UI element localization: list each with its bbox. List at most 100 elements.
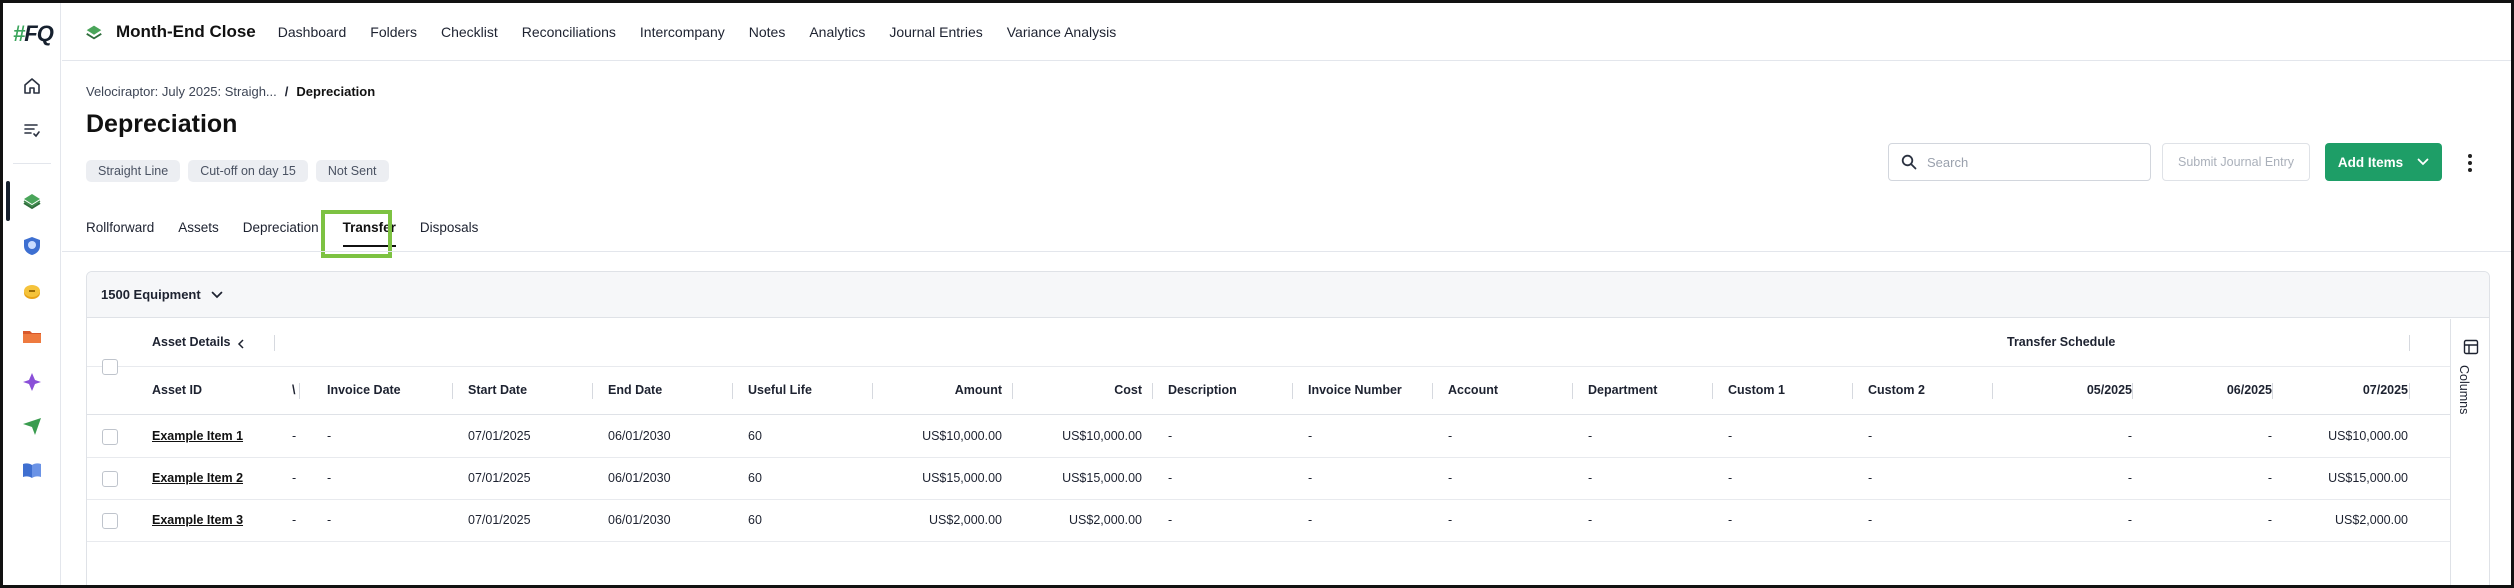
cell-amount: US$10,000.00: [922, 429, 1002, 443]
col-month-06-2025[interactable]: 06/2025: [2227, 383, 2272, 397]
search-box[interactable]: [1888, 143, 2151, 181]
columns-panel-toggle[interactable]: Columns: [2450, 319, 2489, 588]
cell-department: -: [1588, 471, 1593, 485]
account-selector[interactable]: 1500 Equipment: [87, 272, 2489, 318]
gem-app-icon[interactable]: [17, 367, 47, 397]
page-title: Depreciation: [86, 110, 238, 138]
cell-description: -: [1168, 513, 1173, 527]
cell-invoice-date: -: [327, 471, 332, 485]
tab-depreciation[interactable]: Depreciation: [243, 220, 319, 247]
col-divider: [1432, 383, 1433, 399]
coins-app-icon[interactable]: [17, 277, 47, 307]
top-navigation: Month-End Close Dashboard Folders Checkl…: [62, 3, 2511, 61]
submit-journal-entry-button[interactable]: Submit Journal Entry: [2162, 143, 2310, 181]
cell-month-05: -: [2127, 513, 2132, 527]
col-cost[interactable]: Cost: [1114, 383, 1142, 397]
col-asset-id[interactable]: Asset ID: [152, 383, 202, 397]
breadcrumb-parent[interactable]: Velociraptor: July 2025: Straigh...: [86, 84, 277, 99]
cell-amount: US$2,000.00: [929, 513, 1002, 527]
col-start-date[interactable]: Start Date: [468, 383, 527, 397]
asset-id-link[interactable]: Example Item 1: [152, 429, 243, 443]
col-useful-life[interactable]: Useful Life: [748, 383, 812, 397]
asset-id-link[interactable]: Example Item 2: [152, 471, 243, 485]
cell-account: -: [1448, 471, 1453, 485]
cell-description: -: [1168, 471, 1173, 485]
nav-checklist[interactable]: Checklist: [441, 24, 498, 40]
rail-divider: [13, 163, 51, 164]
col-divider: [2409, 383, 2410, 399]
search-input[interactable]: [1927, 154, 2127, 170]
add-items-label: Add Items: [2337, 154, 2404, 170]
row-checkbox[interactable]: [102, 429, 118, 445]
cutoff-tag: Cut-off on day 15: [188, 160, 308, 182]
cell-month-07: US$10,000.00: [2328, 429, 2408, 443]
cell-cost: US$15,000.00: [1062, 471, 1142, 485]
more-options-icon[interactable]: [2460, 150, 2480, 176]
tab-assets[interactable]: Assets: [178, 220, 219, 247]
collapse-group-icon[interactable]: [237, 339, 245, 349]
col-end-date[interactable]: End Date: [608, 383, 662, 397]
table-row[interactable]: Example Item 3 - - 07/01/2025 06/01/2030…: [87, 500, 2450, 542]
nav-reconciliations[interactable]: Reconciliations: [522, 24, 616, 40]
cell-custom-2: -: [1868, 429, 1873, 443]
nav-variance-analysis[interactable]: Variance Analysis: [1007, 24, 1116, 40]
tab-rollforward[interactable]: Rollforward: [86, 220, 154, 247]
row-checkbox[interactable]: [102, 471, 118, 487]
cell-invoice-date: -: [327, 513, 332, 527]
tab-disposals[interactable]: Disposals: [420, 220, 479, 247]
add-items-button[interactable]: Add Items: [2325, 143, 2442, 181]
folder-app-icon[interactable]: [17, 321, 47, 351]
col-account[interactable]: Account: [1448, 383, 1498, 397]
shield-app-icon[interactable]: [17, 231, 47, 261]
cell-start-date: 07/01/2025: [468, 471, 531, 485]
tab-bar: Rollforward Assets Depreciation Transfer…: [86, 220, 502, 247]
nav-dashboard[interactable]: Dashboard: [278, 24, 347, 40]
table-row[interactable]: Example Item 2 - - 07/01/2025 06/01/2030…: [87, 458, 2450, 500]
book-app-icon[interactable]: [17, 455, 47, 485]
nav-analytics[interactable]: Analytics: [809, 24, 865, 40]
company-logo[interactable]: #FQ: [13, 21, 54, 47]
cell-cost: US$2,000.00: [1069, 513, 1142, 527]
transfer-schedule-group-label: Transfer Schedule: [2007, 335, 2116, 349]
nav-intercompany[interactable]: Intercompany: [640, 24, 725, 40]
transfer-table: Asset Details Transfer Schedule Asset ID…: [87, 319, 2450, 588]
col-month-07-2025[interactable]: 07/2025: [2363, 383, 2408, 397]
col-invoice-number[interactable]: Invoice Number: [1308, 383, 1402, 397]
breadcrumb-current: Depreciation: [296, 84, 376, 99]
col-custom-1[interactable]: Custom 1: [1728, 383, 1785, 397]
nav-notes[interactable]: Notes: [749, 24, 786, 40]
col-invoice-date[interactable]: Invoice Date: [327, 383, 401, 397]
brand[interactable]: Month-End Close: [84, 22, 278, 42]
tasks-icon[interactable]: [17, 115, 47, 145]
cell-end-date: 06/01/2030: [608, 513, 671, 527]
asset-id-link[interactable]: Example Item 3: [152, 513, 243, 527]
col-amount[interactable]: Amount: [955, 383, 1002, 397]
send-app-icon[interactable]: [17, 411, 47, 441]
chevron-down-icon: [211, 291, 223, 298]
breadcrumb: Velociraptor: July 2025: Straigh... / De…: [86, 84, 375, 99]
col-divider: [1992, 383, 1993, 399]
cell-month-07: US$15,000.00: [2328, 471, 2408, 485]
col-truncated[interactable]: \: [292, 383, 295, 397]
chevron-down-icon: [2417, 158, 2429, 166]
cell-month-07: US$2,000.00: [2335, 513, 2408, 527]
table-row[interactable]: Example Item 1 - - 07/01/2025 06/01/2030…: [87, 416, 2450, 458]
cell: -: [292, 513, 297, 527]
cell-month-05: -: [2127, 471, 2132, 485]
month-end-close-app-icon[interactable]: [17, 186, 47, 216]
col-description[interactable]: Description: [1168, 383, 1237, 397]
columns-icon: [2463, 339, 2479, 355]
nav-folders[interactable]: Folders: [370, 24, 417, 40]
col-department[interactable]: Department: [1588, 383, 1657, 397]
col-custom-2[interactable]: Custom 2: [1868, 383, 1925, 397]
cell-start-date: 07/01/2025: [468, 429, 531, 443]
col-divider: [592, 383, 593, 399]
cell-description: -: [1168, 429, 1173, 443]
cell-custom-2: -: [1868, 471, 1873, 485]
home-icon[interactable]: [17, 71, 47, 101]
col-divider: [1152, 383, 1153, 399]
row-checkbox[interactable]: [102, 513, 118, 529]
col-divider: [1572, 383, 1573, 399]
nav-journal-entries[interactable]: Journal Entries: [889, 24, 982, 40]
col-month-05-2025[interactable]: 05/2025: [2087, 383, 2132, 397]
